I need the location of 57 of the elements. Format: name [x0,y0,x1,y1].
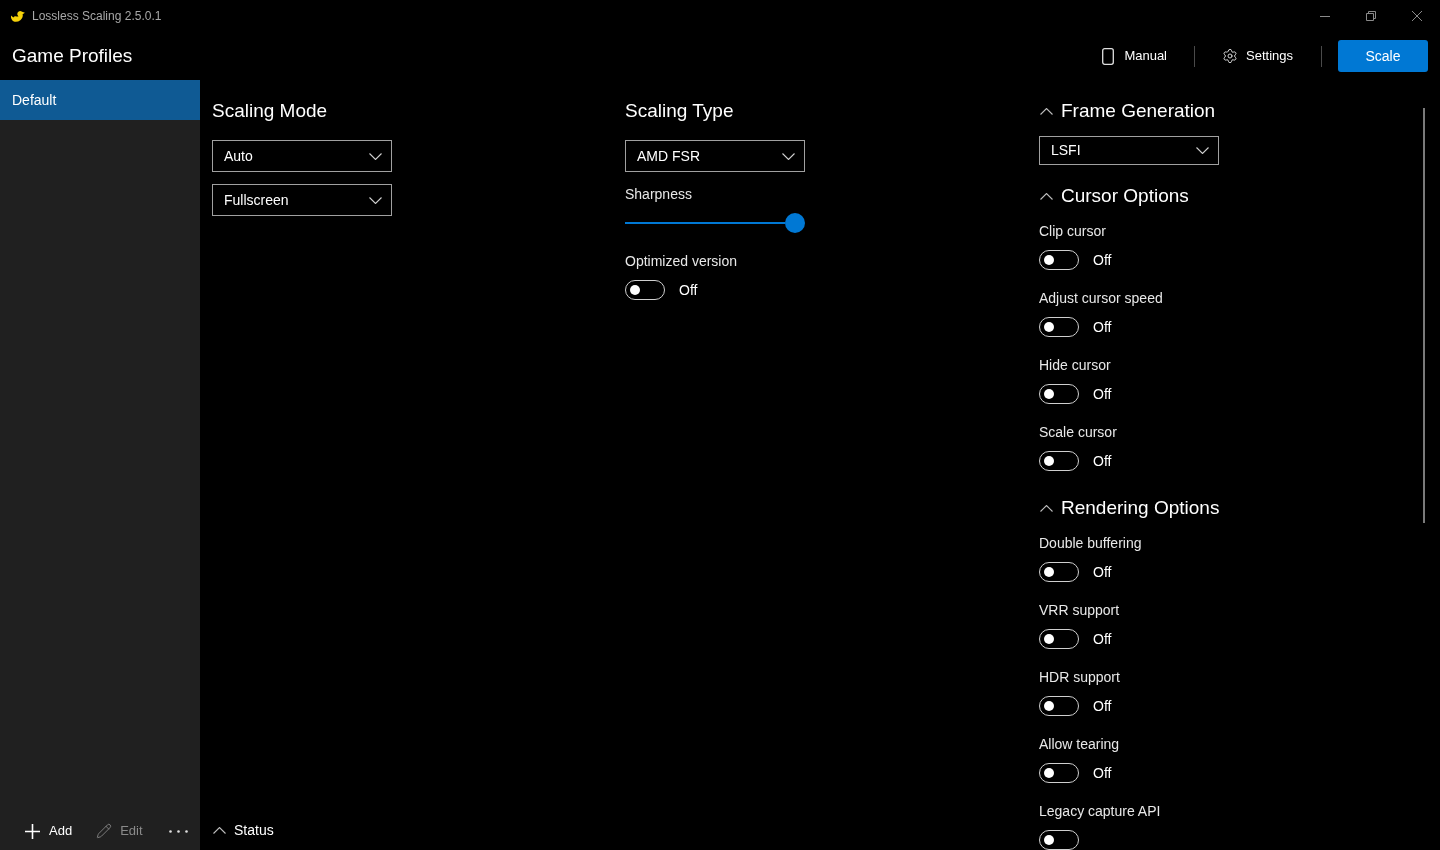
toggle-state-text: Off [1093,451,1112,471]
option-label: VRR support [1039,601,1120,620]
more-icon [168,829,188,833]
manual-button[interactable]: Manual [1094,40,1175,72]
option-label: HDR support [1039,668,1120,687]
option-label: Hide cursor [1039,356,1112,375]
duck-icon [10,9,25,23]
scale-button[interactable]: Scale [1338,40,1428,72]
dropdown[interactable]: LSFI [1039,136,1219,165]
profile-item[interactable]: Default [0,80,200,120]
more-button[interactable] [168,829,188,833]
chevron-down-icon [369,196,382,204]
section-title: Scaling Type [625,99,734,123]
toggle-state-text: Off [1093,629,1112,649]
restore-icon [1366,11,1376,21]
chevron-up-icon [1040,107,1053,115]
option-label: Clip cursor [1039,222,1107,241]
status-header[interactable]: Status [212,819,274,841]
option-label: Allow tearing [1039,735,1120,754]
section-header[interactable]: Cursor Options [1039,182,1189,210]
option-label: Double buffering [1039,534,1142,553]
settings-button[interactable]: Settings [1214,40,1301,72]
section-header[interactable]: Rendering Options [1039,494,1220,522]
option-label: Legacy capture API [1039,802,1161,821]
scrollbar-thumb[interactable] [1423,108,1425,523]
toggle-state-text: Off [1093,384,1112,404]
pencil-icon [96,823,113,839]
add-button[interactable]: Add [25,821,73,841]
dropdown[interactable]: AMD FSR [625,140,805,172]
slider-thumb[interactable] [785,213,805,233]
dropdown[interactable]: Fullscreen [212,184,392,216]
slider-label: Sharpness [625,185,692,204]
section-title: Scaling Mode [212,99,328,123]
toggle-state-text: Off [1093,317,1112,337]
toggle-state-text: Off [1093,562,1112,582]
chevron-down-icon [1196,147,1209,154]
chevron-up-icon [213,826,226,834]
chevron-down-icon [782,152,795,160]
chevron-down-icon [369,152,382,160]
close-icon [1412,11,1422,21]
toggle-state-text: Off [1093,763,1112,783]
dropdown[interactable]: Auto [212,140,392,172]
toggle-state-text: Off [1093,696,1112,716]
chevron-up-icon [1040,192,1053,200]
page-title: Game Profiles [11,43,134,68]
option-label: Adjust cursor speed [1039,289,1163,308]
option-label: Scale cursor [1039,423,1117,442]
settings-icon [1222,48,1238,64]
section-header[interactable]: Frame Generation [1039,97,1216,125]
chevron-up-icon [1040,504,1053,512]
minimize-icon [1320,15,1330,17]
page-icon [1102,47,1115,65]
window-title: Lossless Scaling 2.5.0.1 [32,8,162,25]
plus-icon [25,823,40,839]
toggle-state-text: Off [679,280,698,300]
option-label: Optimized version [625,252,738,271]
toggle-state-text: Off [1093,250,1112,270]
